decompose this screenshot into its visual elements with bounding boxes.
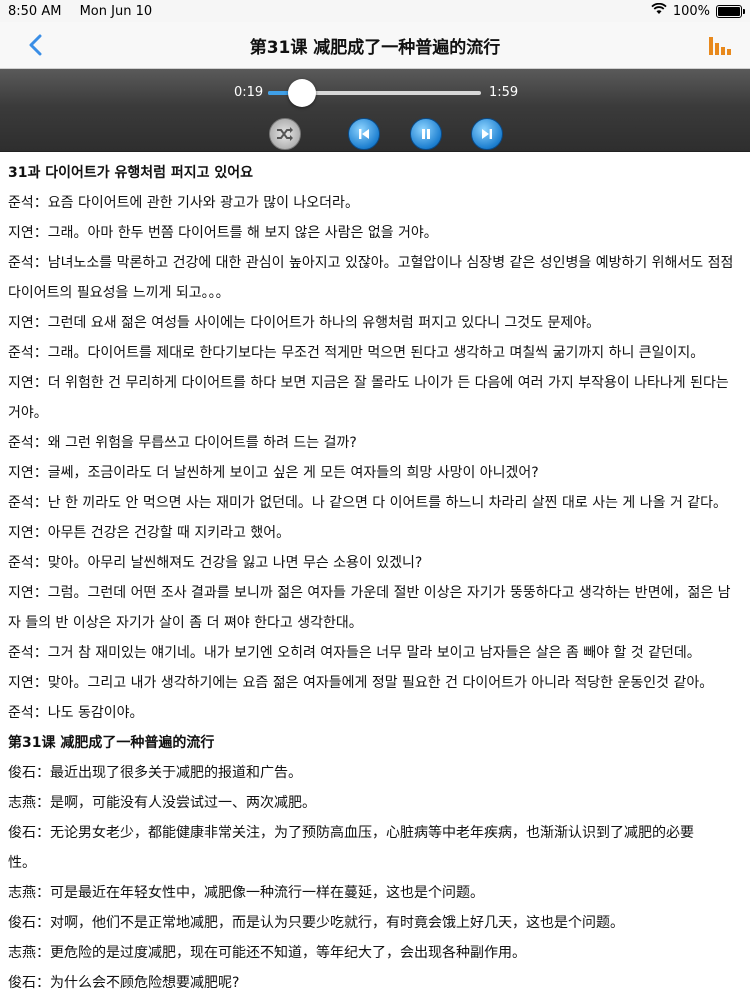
pause-icon (422, 129, 430, 139)
dialogue-line: 준석：남녀노소를 막론하고 건강에 대한 관심이 높아지고 있잖아。고혈압이나 … (8, 255, 734, 271)
dialogue-line: 준석：요즘 다이어트에 관한 기사와 광고가 많이 나오더라。 (8, 195, 359, 211)
page-title: 第31课 减肥成了一种普遍的流行 (249, 37, 501, 58)
status-bar: 8:50 AM Mon Jun 10 100% (0, 0, 750, 22)
back-button[interactable] (22, 32, 48, 58)
dialogue-line: 俊石：最近出现了很多关于减肥的报道和广告。 (8, 765, 302, 781)
dialogue-line: 준석：왜 그런 위험을 무릅쓰고 다이어트를 하려 드는 걸까? (8, 435, 357, 451)
dialogue-line: 자 들의 반 이상은 자기가 살이 좀 더 쪄야 한다고 생각한대。 (8, 615, 363, 631)
dialogue-line: 준석：나도 동감이야。 (8, 705, 144, 721)
dialogue-line: 俊石：为什么会不顾危险想要减肥呢? (8, 975, 240, 991)
dialogue-line: 지연：그런데 요새 젊은 여성들 사이에는 다이어트가 하나의 유행처럼 퍼지고… (8, 315, 601, 331)
dialogue-line: 지연：아무튼 건강은 건강할 때 지키라고 했어。 (8, 525, 291, 541)
dialogue-line: 지연：그럼。그런데 어떤 조사 결과를 보니까 젊은 여자들 가운데 절반 이상… (8, 585, 731, 601)
lesson-text: 31과 다이어트가 유행처럼 퍼지고 있어요준석：요즘 다이어트에 관한 기사와… (0, 152, 750, 998)
dialogue-line: 준석：난 한 끼라도 안 먹으면 사는 재미가 없던데。나 같으면 다 이어트를… (8, 495, 728, 511)
dialogue-line: 지연：글쎄，조금이라도 더 날씬하게 보이고 싶은 게 모든 여자들의 희망 사… (8, 465, 539, 481)
dialogue-line: 거야。 (8, 405, 48, 421)
slider-thumb[interactable] (288, 79, 317, 107)
status-right: 100% (651, 2, 745, 19)
dialogue-line: 준석：그거 참 재미있는 얘기네。내가 보기엔 오히려 여자들은 너무 말라 보… (8, 645, 701, 661)
previous-button[interactable] (348, 118, 380, 150)
dialogue-line: 俊石：无论男女老少，都能健康非常关注，为了预防高血压，心脏病等中老年疾病，也渐渐… (8, 825, 694, 841)
skip-next-icon (482, 129, 492, 139)
dialogue-line: 지연：맞아。그리고 내가 생각하기에는 요즘 젊은 여자들에게 정말 필요한 건… (8, 675, 714, 691)
pause-button[interactable] (410, 118, 442, 150)
audio-player: 0:19 1:59 (0, 69, 750, 152)
dialogue-line: 준석：그래。다이어트를 제대로 한다기보다는 무조건 적게만 먹으면 된다고 생… (8, 345, 705, 361)
shuffle-button[interactable] (269, 118, 301, 150)
dialogue-line: 지연：그래。아마 한두 번쯤 다이어트를 해 보지 않은 사람은 없을 거야。 (8, 225, 438, 241)
dialogue-line: 다이어트의 필요성을 느끼게 되고。。。 (8, 285, 230, 301)
status-left: 8:50 AM Mon Jun 10 (8, 4, 166, 19)
dialogue-line: 지연：더 위험한 건 무리하게 다이어트를 하다 보면 지금은 잘 몰라도 나이… (8, 375, 729, 391)
nav-bar: 第31课 减肥成了一种普遍的流行 (0, 22, 750, 69)
status-date: Mon Jun 10 (79, 3, 153, 19)
chevron-left-icon (29, 34, 42, 56)
dialogue-line: 志燕：更危险的是过度减肥，现在可能还不知道，等年纪大了，会出现各种副作用。 (8, 945, 526, 961)
dialogue-line: 性。 (8, 855, 36, 871)
battery-icon (716, 4, 745, 18)
battery-percent: 100% (672, 3, 710, 19)
shuffle-icon (277, 127, 293, 141)
elapsed-time: 0:19 (234, 85, 264, 100)
total-time: 1:59 (489, 85, 519, 100)
lesson-heading: 第31课 减肥成了一种普遍的流行 (8, 735, 215, 751)
dialogue-line: 俊石：对啊，他们不是正常地减肥，而是认为只要少吃就行，有时竟会饿上好几天，这也是… (8, 915, 624, 931)
battery-fill (718, 6, 740, 16)
lesson-heading: 31과 다이어트가 유행처럼 퍼지고 있어요 (8, 165, 254, 181)
dialogue-line: 志燕：是啊，可能没有人没尝试过一、两次减肥。 (8, 795, 316, 811)
dialogue-line: 志燕：可是最近在年轻女性中，减肥像一种流行一样在蔓延，这也是个问题。 (8, 885, 484, 901)
wifi-icon (651, 2, 667, 19)
next-button[interactable] (471, 118, 503, 150)
status-time: 8:50 AM (8, 3, 62, 19)
bar-chart-icon (709, 37, 731, 55)
skip-previous-icon (359, 129, 369, 139)
chart-button[interactable] (708, 34, 732, 60)
dialogue-line: 준석：맞아。아무리 날씬해져도 건강을 잃고 나면 무슨 소용이 있겠니? (8, 555, 423, 571)
